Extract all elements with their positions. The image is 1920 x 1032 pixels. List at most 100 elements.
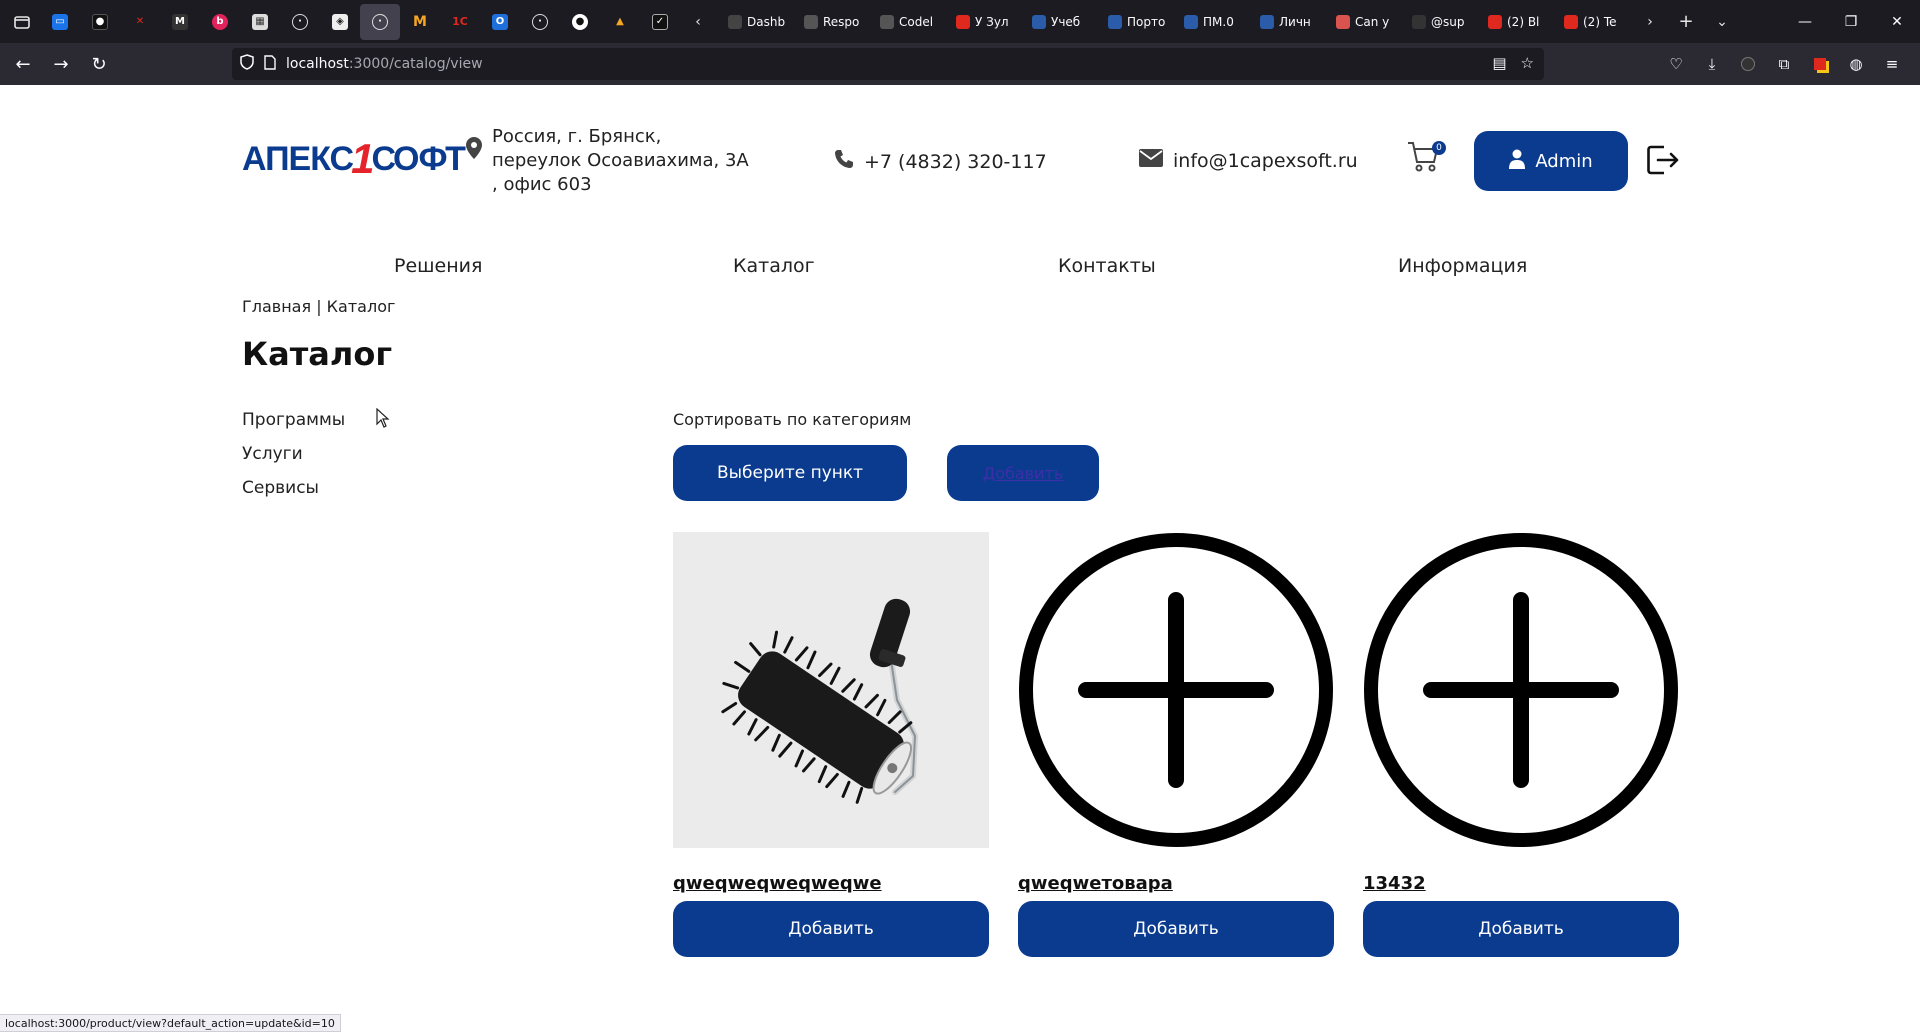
admin-label: Admin <box>1535 150 1593 172</box>
downloads-icon[interactable]: ⤓ <box>1694 48 1730 80</box>
pinned-tab[interactable]: 1C <box>440 4 480 40</box>
page-info-icon[interactable] <box>264 54 276 74</box>
cart-button[interactable]: 0 <box>1406 139 1446 179</box>
tab-title: (2) Bl <box>1507 14 1540 29</box>
product-name[interactable]: qweqweqweqweqwe <box>673 873 989 895</box>
restore-icon[interactable]: ❐ <box>1828 0 1874 43</box>
location-pin-icon <box>466 137 482 197</box>
tab-favicon-icon <box>804 14 818 29</box>
tab-title: Dashb <box>747 14 786 29</box>
address-bar[interactable]: localhost:3000/catalog/view ▤ ☆ <box>232 48 1544 80</box>
extensions-puzzle-icon[interactable]: ⧉ <box>1766 48 1802 80</box>
pinned-tab[interactable]: b <box>200 4 240 40</box>
forward-arrow-icon[interactable]: → <box>42 48 80 80</box>
product-card: qweqweqweqweqwe Добавить <box>673 532 989 957</box>
email-block[interactable]: info@1capexsoft.ru <box>1139 149 1358 172</box>
user-icon <box>1509 149 1526 174</box>
browser-tab[interactable]: ПМ.0 <box>1176 4 1252 40</box>
pinned-tab[interactable]: ▭ <box>40 4 80 40</box>
browser-tab-bar: ▭ ● ✕ M b ▦ · ◈ · M 1C O · ● ▲ ✓ ‹ Dashb… <box>0 0 1920 43</box>
reload-icon[interactable]: ↻ <box>80 48 118 80</box>
list-all-tabs-icon[interactable]: ⌄ <box>1704 6 1740 38</box>
reader-view-icon[interactable]: ▤ <box>1492 54 1506 72</box>
hamburger-menu-icon[interactable]: ≡ <box>1874 48 1910 80</box>
pinned-tab[interactable]: ◈ <box>320 4 360 40</box>
extension-avatar-icon[interactable] <box>1730 48 1766 80</box>
product-image[interactable] <box>1363 532 1679 848</box>
pocket-icon[interactable]: ♡ <box>1658 48 1694 80</box>
pinned-tab[interactable]: ✕ <box>120 4 160 40</box>
pinned-tab[interactable]: ● <box>80 4 120 40</box>
pinned-tab[interactable]: ▲ <box>600 4 640 40</box>
chevron-right-icon[interactable]: › <box>1632 6 1668 38</box>
browser-tab[interactable]: У Зул <box>948 4 1024 40</box>
cart-icon <box>1406 142 1440 177</box>
pinned-tab[interactable]: ✓ <box>640 4 680 40</box>
globe-icon[interactable]: ◍ <box>1838 48 1874 80</box>
pinned-tab[interactable]: M <box>160 4 200 40</box>
back-arrow-icon[interactable]: ← <box>4 48 42 80</box>
phone-number: +7 (4832) 320-117 <box>864 150 1047 173</box>
plus-circle-icon <box>1364 533 1678 847</box>
pinned-tab[interactable]: ● <box>560 4 600 40</box>
browser-tab[interactable]: Dashb <box>720 4 796 40</box>
pinned-tab[interactable]: O <box>480 4 520 40</box>
menu-item-catalog[interactable]: Каталог <box>733 255 815 277</box>
logout-icon[interactable] <box>1646 143 1682 179</box>
extension-color-icon[interactable] <box>1802 48 1838 80</box>
minimize-icon[interactable]: — <box>1782 0 1828 43</box>
tab-title: Учеб <box>1051 14 1081 29</box>
product-name[interactable]: 13432 <box>1363 873 1679 895</box>
browser-tab[interactable]: (2) Bl <box>1480 4 1556 40</box>
menu-item-info[interactable]: Информация <box>1398 255 1527 277</box>
company-logo[interactable]: АПЕКС 1 С ОФТ <box>242 135 466 183</box>
tab-title: ПМ.0 <box>1203 14 1234 29</box>
breadcrumb[interactable]: Главная | Каталог <box>242 297 395 316</box>
email-address: info@1capexsoft.ru <box>1173 149 1358 172</box>
category-select-button[interactable]: Выберите пункт <box>673 445 907 501</box>
firefox-view-icon[interactable] <box>4 6 40 38</box>
pinned-tab-active[interactable]: · <box>360 3 400 40</box>
tab-favicon-icon <box>956 14 970 29</box>
browser-tab[interactable]: Личн <box>1252 4 1328 40</box>
product-image[interactable] <box>673 532 989 848</box>
sidebar-item-programs[interactable]: Программы <box>242 408 345 442</box>
product-name[interactable]: qweqwетовара <box>1018 873 1334 895</box>
pinned-tab[interactable]: ▦ <box>240 4 280 40</box>
browser-tab[interactable]: @sup <box>1404 4 1480 40</box>
category-sidebar: Программы Услуги Сервисы <box>242 408 345 510</box>
tab-favicon-icon <box>1488 14 1502 29</box>
add-category-button[interactable]: Добавить <box>947 445 1099 501</box>
menu-item-solutions[interactable]: Решения <box>394 255 482 277</box>
bookmark-star-icon[interactable]: ☆ <box>1521 54 1534 72</box>
add-product-button[interactable]: Добавить <box>673 901 989 957</box>
new-tab-plus-icon[interactable]: + <box>1668 6 1704 38</box>
close-window-icon[interactable]: ✕ <box>1874 0 1920 43</box>
tab-strip: Dashb Respo Codel У Зул Учеб Порто ПМ.0 Личн Can… <box>720 4 1632 40</box>
admin-account-button[interactable]: Admin <box>1474 131 1628 191</box>
browser-tab[interactable]: Порто <box>1100 4 1176 40</box>
browser-tab[interactable]: (2) Te <box>1556 4 1632 40</box>
add-product-button[interactable]: Добавить <box>1018 901 1334 957</box>
sidebar-item-online-services[interactable]: Сервисы <box>242 476 345 510</box>
tab-favicon-icon <box>1412 14 1426 29</box>
sidebar-item-services[interactable]: Услуги <box>242 442 345 476</box>
product-card: qweqwетовара Добавить <box>1018 532 1334 957</box>
browser-tab[interactable]: Can y <box>1328 4 1404 40</box>
product-image[interactable] <box>1018 532 1334 848</box>
shield-icon[interactable] <box>240 54 254 74</box>
chevron-left-icon[interactable]: ‹ <box>680 6 716 38</box>
tab-favicon-icon <box>1260 14 1274 29</box>
address-line: Россия, г. Брянск, <box>492 126 662 147</box>
pinned-tab[interactable]: · <box>280 4 320 40</box>
phone-block[interactable]: +7 (4832) 320-117 <box>834 149 1047 174</box>
pinned-tab[interactable]: M <box>400 4 440 40</box>
pinned-tab[interactable]: · <box>520 4 560 40</box>
url-path: :3000/catalog/view <box>348 56 483 72</box>
browser-tab[interactable]: Codel <box>872 4 948 40</box>
browser-tab[interactable]: Respo <box>796 4 872 40</box>
add-product-button[interactable]: Добавить <box>1363 901 1679 957</box>
tab-favicon-icon <box>1108 14 1122 29</box>
browser-tab[interactable]: Учеб <box>1024 4 1100 40</box>
menu-item-contacts[interactable]: Контакты <box>1058 255 1156 277</box>
